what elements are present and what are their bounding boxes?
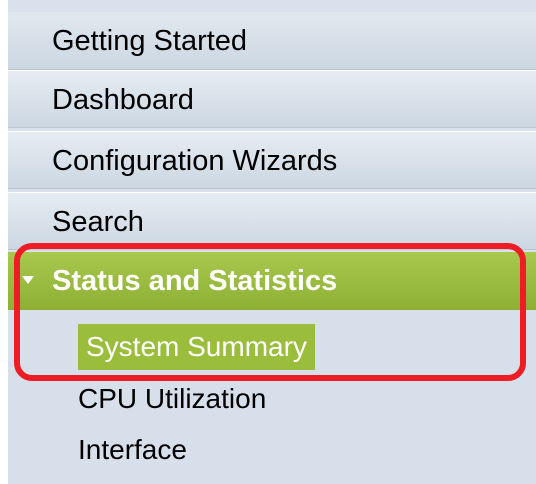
subitem-label: Interface <box>78 434 187 465</box>
nav-item-label: Search <box>52 206 144 238</box>
nav-item-label: Dashboard <box>52 84 194 116</box>
nav-item-label: Configuration Wizards <box>52 145 338 177</box>
nav-subitem-cpu-utilization[interactable]: CPU Utilization <box>78 377 266 421</box>
expand-arrow-icon <box>22 276 34 284</box>
nav-item-search[interactable]: Search <box>8 192 536 250</box>
nav-section-status-and-statistics[interactable]: Status and Statistics <box>8 252 536 310</box>
nav-item-label: Getting Started <box>52 25 248 57</box>
nav-subitem-interface[interactable]: Interface <box>78 428 187 472</box>
nav-item-dashboard[interactable]: Dashboard <box>8 70 536 128</box>
sidebar-nav: Getting Started Dashboard Configuration … <box>8 0 536 484</box>
nav-item-configuration-wizards[interactable]: Configuration Wizards <box>8 131 536 189</box>
subitem-label: CPU Utilization <box>78 383 267 414</box>
nav-item-getting-started[interactable]: Getting Started <box>8 12 536 70</box>
nav-subitem-system-summary[interactable]: System Summary <box>78 324 315 370</box>
section-label: Status and Statistics <box>52 265 338 297</box>
subitem-label: System Summary <box>86 331 307 362</box>
nav-sub-list: System Summary CPU Utilization Interface <box>8 310 536 484</box>
